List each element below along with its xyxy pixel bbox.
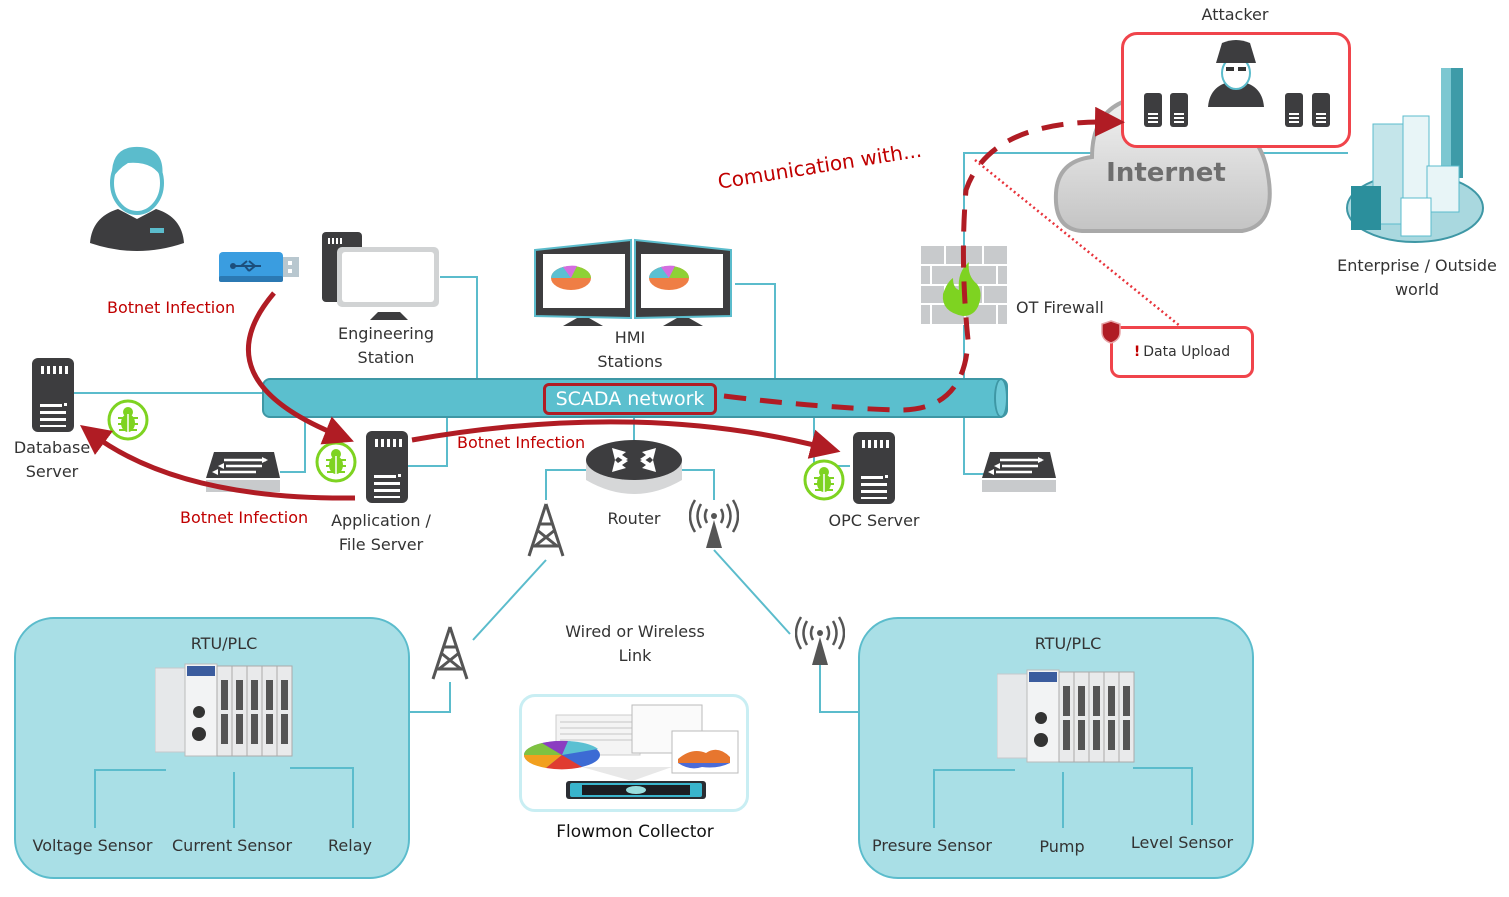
botnet-label-usb: Botnet Infection xyxy=(107,298,236,317)
botnet-label-opc: Botnet Infection xyxy=(457,433,586,452)
botnet-label-database: Botnet Infection xyxy=(180,508,309,527)
botnet-arrow-app-to-database xyxy=(79,425,356,501)
botnet-arrow-usb-to-app xyxy=(246,291,354,445)
data-upload-dotted-path xyxy=(974,159,1181,327)
threat-overlay xyxy=(79,106,1181,501)
